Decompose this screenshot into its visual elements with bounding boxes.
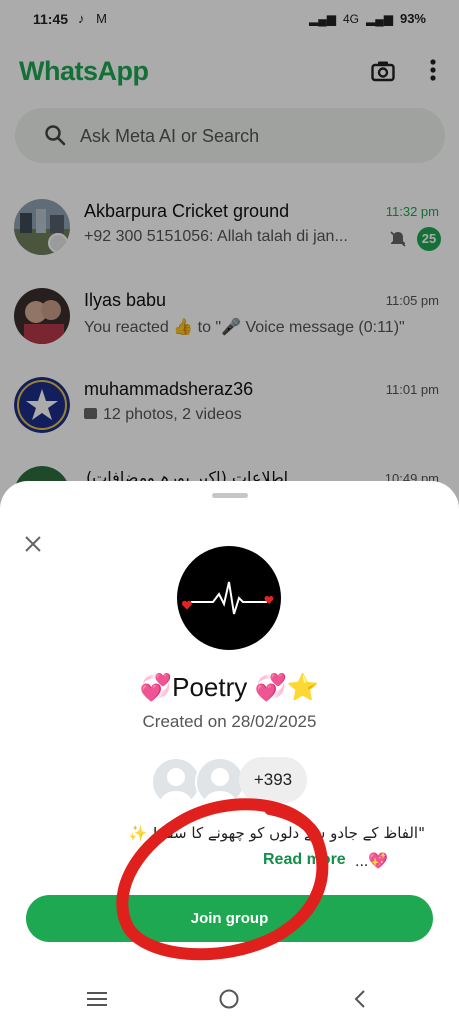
- close-icon[interactable]: [22, 533, 44, 555]
- status-right: ▂▄▆ 4G ▂▄▆ 93%: [309, 11, 426, 26]
- chat-name: Akbarpura Cricket ground: [84, 201, 290, 221]
- battery-level: 93%: [399, 11, 426, 26]
- nav-back-icon[interactable]: [353, 990, 367, 1008]
- join-group-button[interactable]: Join group: [26, 895, 433, 942]
- unread-badge: 25: [417, 227, 441, 251]
- chat-preview: You reacted 👍 to "🎤 Voice message (0:11)…: [84, 319, 405, 336]
- notification-icons: ♪ M: [78, 11, 111, 26]
- member-count: +393: [239, 757, 307, 803]
- chat-preview: +92 300 5151056: Allah talah di jan...: [84, 228, 348, 245]
- read-more-link[interactable]: Read more: [263, 851, 346, 869]
- member-avatar: [195, 757, 245, 807]
- chat-avatar: [14, 288, 70, 344]
- chat-row[interactable]: Akbarpura Cricket ground 11:32 pm +92 30…: [0, 199, 459, 285]
- photo-icon: [84, 408, 97, 419]
- search-icon: [45, 125, 66, 146]
- member-avatar: [151, 757, 201, 807]
- search-bar[interactable]: Ask Meta AI or Search: [15, 108, 445, 163]
- signal-icon: ▂▄▆: [309, 11, 336, 26]
- mute-icon: [390, 231, 406, 247]
- created-date: Created on 28/02/2025: [142, 712, 317, 731]
- status-time: 11:45: [33, 11, 69, 27]
- read-more-suffix: ...💖: [355, 853, 389, 870]
- more-vert-icon[interactable]: [424, 58, 442, 82]
- group-description: "الفاظ کے جادو سے دلوں کو چھونے کا سفر! …: [128, 824, 425, 842]
- camera-icon[interactable]: [371, 60, 395, 82]
- search-placeholder: Ask Meta AI or Search: [80, 126, 260, 146]
- group-avatar: [177, 546, 281, 650]
- chat-name: muhammadsheraz36: [84, 379, 254, 399]
- drag-handle[interactable]: [212, 493, 248, 498]
- chat-row[interactable]: Ilyas babu 11:05 pm You reacted 👍 to "🎤 …: [0, 288, 459, 374]
- signal-icon-2: ▂▄▆: [366, 11, 393, 26]
- chat-time: 11:05 pm: [385, 293, 439, 308]
- chat-row[interactable]: muhammadsheraz36 11:01 pm 12 photos, 2 v…: [0, 377, 459, 463]
- nav-menu-icon[interactable]: [87, 992, 107, 1006]
- app-title: WhatsApp: [19, 56, 149, 86]
- nav-home-icon[interactable]: [219, 989, 239, 1009]
- network-label: 4G: [342, 11, 359, 26]
- chat-preview: 12 photos, 2 videos: [84, 406, 384, 424]
- chat-name: Ilyas babu: [84, 290, 167, 310]
- group-name: 💞Poetry 💞⭐: [139, 672, 320, 702]
- chat-time: 11:01 pm: [385, 382, 439, 397]
- group-invite-sheet: 💞Poetry 💞⭐ Created on 28/02/2025 +393 "ا…: [0, 481, 459, 1024]
- chat-avatar: [14, 199, 70, 255]
- status-bar: 11:45 ♪ M ▂▄▆ 4G ▂▄▆ 93%: [0, 0, 459, 38]
- chat-avatar: [14, 377, 70, 433]
- chat-time: 11:32 pm: [385, 204, 439, 219]
- chat-preview-text: 12 photos, 2 videos: [103, 406, 242, 423]
- navigation-bar: [0, 972, 459, 1024]
